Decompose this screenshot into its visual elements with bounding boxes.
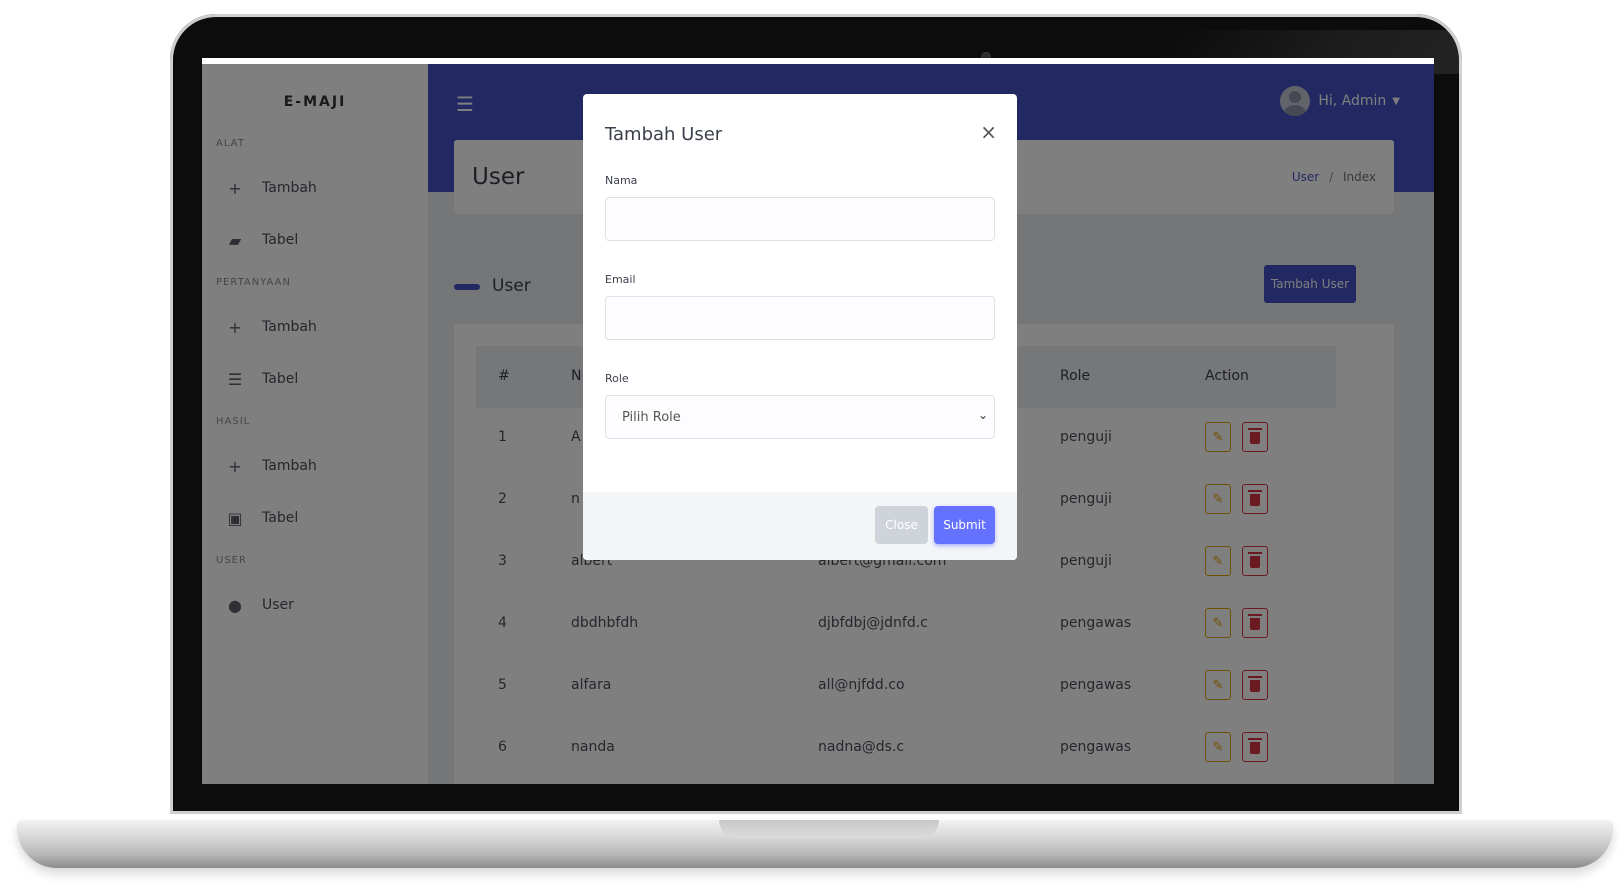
email-field[interactable]: [605, 296, 995, 340]
close-icon[interactable]: ×: [980, 122, 997, 142]
email-field-label: Email: [605, 273, 636, 286]
role-field-label: Role: [605, 372, 629, 385]
role-select-value: Pilih Role: [622, 409, 681, 425]
chevron-down-icon: ⌄: [977, 408, 988, 422]
name-field[interactable]: [605, 197, 995, 241]
name-field-label: Nama: [605, 174, 638, 187]
close-button[interactable]: Close: [875, 506, 928, 544]
modal-footer: Close Submit: [583, 492, 1017, 560]
modal-title: Tambah User: [605, 124, 723, 145]
base-notch: [719, 820, 939, 838]
submit-button[interactable]: Submit: [934, 506, 995, 544]
screen: E-MAJI ALAT + Tambah ▰ Tabel PERTANYAAN …: [202, 58, 1434, 784]
add-user-modal: Tambah User × Nama Email Role Pilih Role…: [583, 94, 1017, 560]
role-select[interactable]: Pilih Role ⌄: [605, 395, 995, 439]
laptop-base: [17, 820, 1613, 868]
